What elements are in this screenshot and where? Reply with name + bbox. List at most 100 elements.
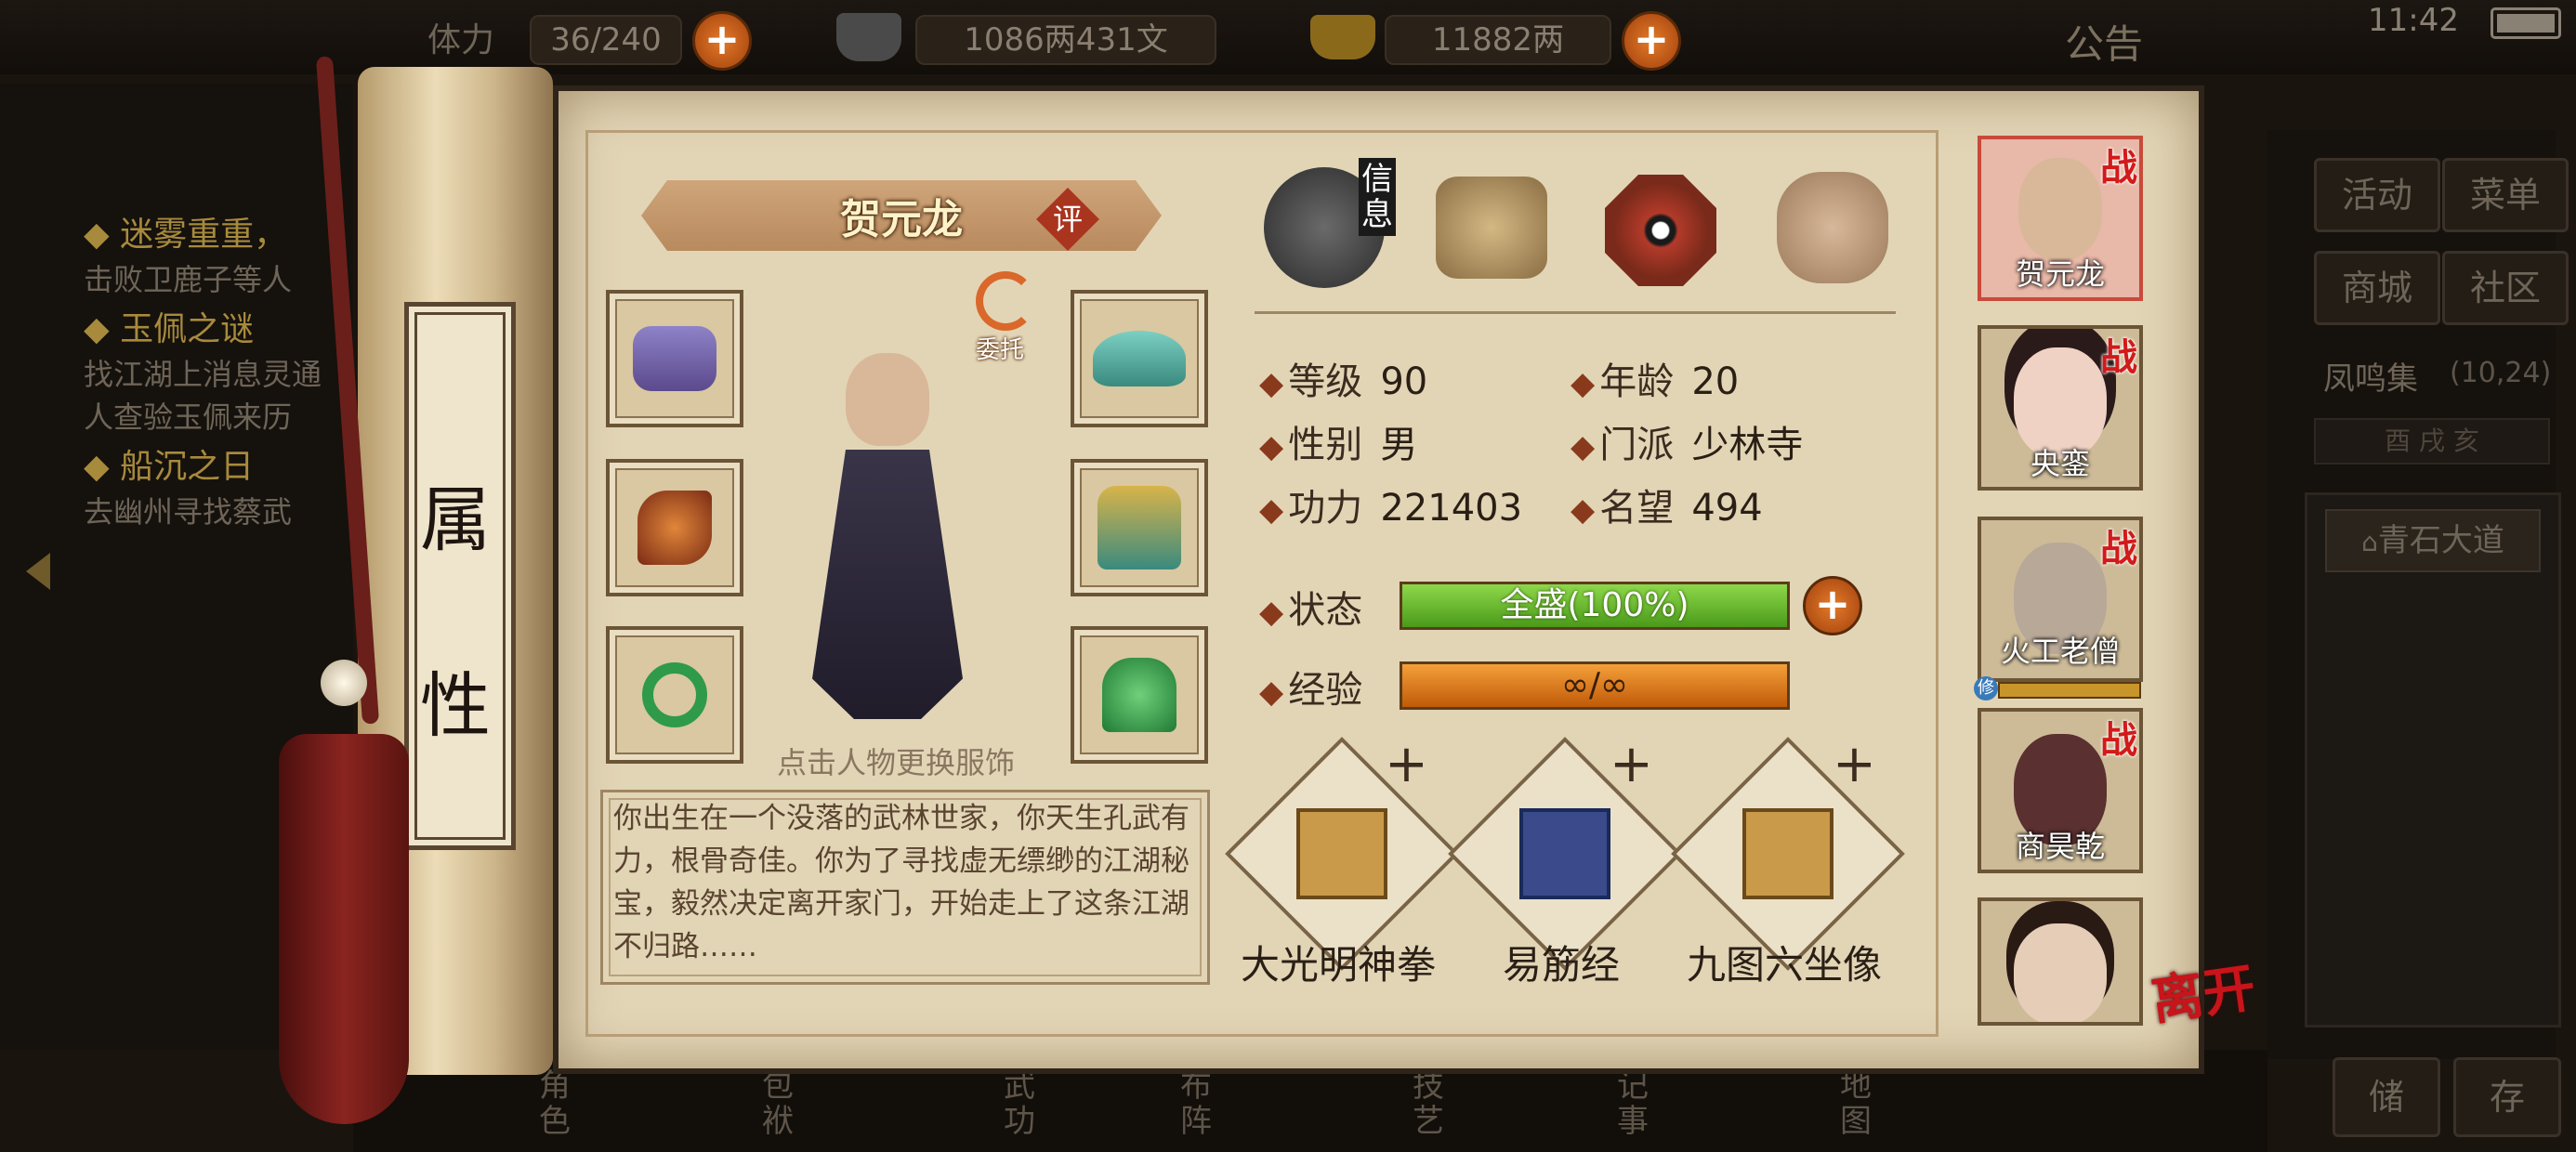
stat-age: ◆ 年龄 20 [1571,351,1739,405]
gender-label: 性别 [1288,424,1363,466]
entrust-button[interactable] [976,271,1041,336]
storage-left-button[interactable]: 储 [2333,1057,2440,1137]
equip-slot-hat[interactable] [1071,290,1208,427]
activity-button[interactable]: 活动 [2314,158,2440,232]
left-collapse-arrow[interactable] [26,553,50,590]
minimap[interactable] [2305,492,2561,1028]
tab-role[interactable]: 角色 [539,1068,576,1139]
clock: 11:42 [2368,2,2459,39]
skill-name-3: 九图六坐像 [1686,942,1882,988]
cultivate-bar [1998,682,2141,699]
tab-info-label: 信息 [1359,158,1396,236]
status-label: 状态 [1288,589,1363,632]
tassel-bead [321,660,367,706]
gauntlet-icon [633,326,716,391]
diamond-icon: ◆ [1259,674,1284,711]
exp-label: 经验 [1288,669,1363,712]
restore-status-button[interactable]: + [1803,576,1862,635]
diamond-icon: ◆ [1259,594,1284,631]
community-button[interactable]: 社区 [2442,251,2569,325]
skill-add-3[interactable]: + [1833,734,1876,794]
stat-fame: ◆ 名望 494 [1571,478,1763,531]
party-member-1[interactable]: 贺元龙 战 [1978,136,2143,301]
book-icon [1519,808,1610,899]
stat-gender: ◆ 性别 男 [1259,414,1417,468]
character-figure[interactable] [795,353,980,725]
gender-value: 男 [1380,424,1418,466]
place-button[interactable]: ⌂青石大道 [2325,509,2541,572]
sect-value: 少林寺 [1691,424,1804,466]
rate-badge-label: 评 [1052,202,1083,237]
gold-icon [1310,15,1375,59]
character-head [846,353,929,446]
tab-martial[interactable]: 武功 [1004,1068,1041,1139]
tab-skill[interactable]: 技艺 [1413,1068,1450,1139]
age-value: 20 [1691,360,1740,403]
menu-button[interactable]: 菜单 [2442,158,2569,232]
bagua-icon[interactable] [1605,175,1716,286]
tab-formation[interactable]: 布阵 [1180,1068,1217,1139]
equip-slot-gloves[interactable] [606,290,743,427]
equip-slot-weapon[interactable] [606,459,743,596]
leave-button[interactable]: 离开 [2148,957,2266,1032]
quest-title[interactable]: ◆ 船沉之日 [84,444,381,491]
exp-text: ∞/∞ [1560,666,1629,704]
add-stamina-button[interactable]: + [692,11,752,71]
battle-badge: 战 [2100,147,2137,190]
add-gold-button[interactable]: + [1622,11,1681,71]
book-icon [1296,808,1387,899]
member-name: 央銮 [2030,446,2090,481]
change-outfit-hint: 点击人物更换服饰 [777,745,1016,780]
diamond-icon: ◆ [1259,365,1284,402]
age-label: 年龄 [1599,360,1675,403]
status-text: 全盛(100%) [1500,586,1689,624]
stat-sect: ◆ 门派 少林寺 [1571,414,1803,468]
stat-level: ◆ 等级 90 [1259,351,1427,405]
party-member-5[interactable] [1978,897,2143,1026]
tabs-divider [1255,311,1896,314]
equip-slot-armor[interactable] [1071,459,1208,596]
storage-right-button[interactable]: 存 [2453,1057,2561,1137]
member-name: 贺元龙 [2015,256,2105,292]
location-coords: (10,24) [2450,357,2552,389]
quest-desc: 找江湖上消息灵通 人查验玉佩来历 [84,357,322,435]
party-member-3[interactable]: 火工老僧 战 [1978,517,2143,682]
stamina-label: 体力 [427,21,495,59]
tab-map[interactable]: 地图 [1840,1068,1877,1139]
notice-button[interactable]: 公告 [2065,13,2143,70]
location-name: 凤鸣集 [2323,360,2418,398]
home-icon: ⌂ [2361,527,2378,557]
stat-power: ◆ 功力 221403 [1259,478,1522,531]
diamond-icon: ◆ [1571,428,1596,465]
gold-value: 11882两 [1385,15,1611,65]
tab-bag[interactable]: 包袱 [762,1068,799,1139]
scroll-map-icon[interactable] [1436,177,1547,279]
equip-slot-accessory[interactable] [1071,626,1208,764]
diamond-icon: ◆ [1571,491,1596,529]
bio-text: 你出生在一个没落的武林世家，你天生孔武有力，根骨奇佳。你为了寻找虚无缥缈的江湖秘… [613,802,1189,963]
time-dial: 酉 戌 亥 [2314,418,2550,465]
skill-add-1[interactable]: + [1385,734,1428,794]
tassel [279,734,409,1124]
party-member-4[interactable]: 商昊乾 战 [1978,708,2143,873]
scroll-title: 属 性 [409,427,502,799]
fame-value: 494 [1691,487,1763,530]
meridian-icon[interactable] [1777,172,1888,283]
shop-button[interactable]: 商城 [2314,251,2440,325]
battle-badge: 战 [2100,336,2137,379]
skill-add-2[interactable]: + [1610,734,1653,794]
power-label: 功力 [1288,487,1363,530]
status-row: ◆ 状态 [1259,580,1362,634]
title-char-2: 性 [420,664,491,747]
battle-badge: 战 [2100,528,2137,570]
bell-icon [1102,658,1176,732]
party-member-2[interactable]: 央銮 战 [1978,325,2143,491]
member-name: 商昊乾 [2015,829,2105,864]
level-value: 90 [1380,360,1428,403]
sect-label: 门派 [1599,424,1675,466]
status-bar: 全盛(100%) [1400,582,1790,630]
character-robe [812,450,963,719]
fame-label: 名望 [1599,487,1675,530]
tab-journal[interactable]: 记事 [1617,1068,1654,1139]
equip-slot-ring[interactable] [606,626,743,764]
